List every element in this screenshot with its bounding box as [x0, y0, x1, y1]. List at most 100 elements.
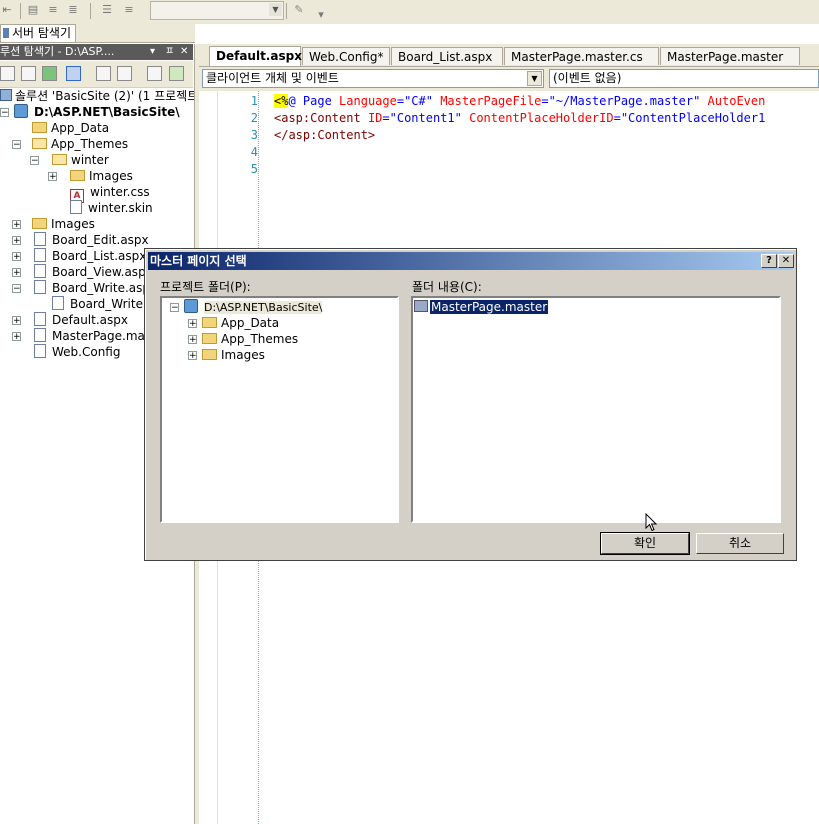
tree-item-solution[interactable]: 솔루션 'BasicSite (2)' (1 프로젝트): [0, 88, 194, 104]
code-line-3[interactable]: </asp:Content>: [274, 127, 375, 144]
view-code-icon[interactable]: [96, 66, 111, 81]
navigation-bar: 클라이언트 개체 및 이벤트 ▼ (이벤트 없음): [199, 67, 819, 91]
tree-item-board-list[interactable]: Board_List.aspx: [34, 248, 146, 264]
expand-icon[interactable]: +: [12, 236, 21, 246]
tree-item-label: Images: [89, 169, 133, 183]
tree-item-images[interactable]: Images: [32, 216, 95, 232]
solution-explorer-toolbar: [0, 61, 193, 88]
event-combo[interactable]: (이벤트 없음): [549, 69, 819, 88]
project-folder-tree[interactable]: − D:\ASP.NET\BasicSite\ + App_Data + App…: [160, 296, 399, 523]
expand-icon[interactable]: +: [12, 252, 21, 262]
expand-icon[interactable]: +: [188, 351, 197, 361]
code-line-2[interactable]: <asp:Content ID="Content1" ContentPlaceH…: [274, 110, 765, 127]
help-button[interactable]: ?: [761, 254, 777, 268]
toolbar-combo[interactable]: ▼: [150, 1, 284, 20]
unindent-icon[interactable]: ≣: [66, 3, 80, 17]
tree-item-winter-css[interactable]: Awinter.css: [70, 184, 150, 203]
tree-item-label: Images: [221, 348, 265, 362]
tree-item-winter-images[interactable]: Images: [70, 168, 133, 184]
expand-icon[interactable]: +: [12, 268, 21, 278]
code-token: ="ContentPlaceHolder1: [613, 111, 766, 125]
tree-item-winter[interactable]: winter: [52, 152, 109, 168]
collapse-icon[interactable]: −: [12, 140, 21, 150]
file-icon: [70, 200, 82, 214]
mouse-cursor-icon: [645, 513, 658, 532]
tree-item-app-data[interactable]: App_Data: [202, 315, 279, 331]
dialog-title: 마스터 페이지 선택: [150, 254, 247, 268]
tree-item-app-data[interactable]: App_Data: [32, 120, 109, 136]
expand-icon[interactable]: +: [188, 319, 197, 329]
code-token: ="Content1": [382, 111, 462, 125]
chevron-down-icon: ▼: [527, 71, 542, 86]
tree-item-board-view[interactable]: Board_View.aspx: [34, 264, 153, 280]
collapse-icon[interactable]: −: [30, 156, 39, 166]
code-token: MasterPageFile: [440, 94, 542, 108]
list-icon[interactable]: ≡: [122, 3, 136, 17]
list-item-label: MasterPage.master: [430, 300, 549, 314]
indent-icon[interactable]: ≡: [46, 3, 60, 17]
tree-item-label: Board_List.aspx: [52, 249, 147, 263]
collapse-icon[interactable]: −: [12, 284, 21, 294]
tree-item-default[interactable]: Default.aspx: [34, 312, 128, 328]
tab-server-explorer[interactable]: 서버 탐색기: [0, 24, 77, 42]
copy-website-icon[interactable]: [147, 66, 162, 81]
code-line-1[interactable]: <%@ Page Language="C#" MasterPageFile="~…: [274, 93, 765, 110]
master-file-icon: [414, 300, 428, 312]
tab-masterpage[interactable]: MasterPage.master: [660, 47, 800, 65]
expand-icon[interactable]: +: [12, 332, 21, 342]
collapse-icon[interactable]: −: [170, 303, 179, 313]
folder-contents-list[interactable]: MasterPage.master: [411, 296, 781, 523]
line-number: 2: [250, 111, 258, 125]
show-all-files-icon[interactable]: [21, 66, 36, 81]
tab-default-aspx[interactable]: Default.aspx: [209, 46, 302, 66]
tab-masterpage-cs[interactable]: MasterPage.master.cs: [504, 47, 659, 65]
tab-web-config[interactable]: Web.Config*: [302, 47, 390, 65]
dropdown-icon[interactable]: ▾: [150, 44, 155, 60]
code-token: Language: [339, 94, 397, 108]
close-icon[interactable]: ✕: [180, 44, 188, 60]
expand-icon[interactable]: +: [188, 335, 197, 345]
folder-contents-label: 폴더 내용(C):: [412, 280, 482, 294]
master-file-icon: [34, 328, 46, 342]
nest-files-icon[interactable]: [66, 66, 81, 81]
wrench-icon[interactable]: ✎: [292, 3, 306, 17]
solution-icon: [0, 89, 12, 101]
collapse-icon[interactable]: −: [0, 108, 9, 118]
ok-button[interactable]: 확인: [600, 532, 690, 555]
tree-item-winter-skin[interactable]: winter.skin: [70, 200, 153, 216]
event-combo-value: (이벤트 없음): [553, 71, 622, 85]
comment-icon[interactable]: ▤: [26, 3, 40, 17]
expand-icon[interactable]: +: [12, 316, 21, 326]
tree-item-web-config[interactable]: Web.Config: [34, 344, 120, 360]
code-token: ID: [367, 111, 383, 125]
tree-item-app-themes[interactable]: App_Themes: [32, 136, 128, 152]
tree-item-label: Board_View.aspx: [52, 265, 153, 279]
solution-explorer-title: 루션 탐색기 - D:\ASP.... ▾ ㅍ ✕: [0, 44, 193, 60]
tree-item-app-themes[interactable]: App_Themes: [202, 331, 298, 347]
tree-item-project[interactable]: D:\ASP.NET\BasicSite\: [14, 104, 180, 120]
aspx-file-icon: [34, 232, 46, 246]
folder-icon: [202, 317, 217, 328]
toolbar-overflow-icon[interactable]: ▾: [314, 8, 328, 22]
expand-icon[interactable]: +: [48, 172, 57, 182]
outdent-icon[interactable]: ⇤: [0, 3, 14, 17]
close-button[interactable]: ✕: [778, 254, 794, 268]
editor-tab-strip: Default.aspx Web.Config* Board_List.aspx…: [199, 44, 819, 67]
pin-icon[interactable]: ㅍ: [165, 44, 174, 60]
refresh-icon[interactable]: [42, 66, 57, 81]
tab-board-list[interactable]: Board_List.aspx: [391, 47, 503, 65]
expand-icon[interactable]: +: [12, 220, 21, 230]
list-item-masterpage[interactable]: MasterPage.master: [414, 299, 549, 315]
bookmark-icon[interactable]: ☰: [100, 3, 114, 17]
properties-icon[interactable]: [0, 66, 15, 81]
project-folder-label: 프로젝트 폴더(P):: [160, 280, 251, 294]
view-designer-icon[interactable]: [117, 66, 132, 81]
asp-config-icon[interactable]: [169, 66, 184, 81]
tree-item-board-edit[interactable]: Board_Edit.aspx: [34, 232, 149, 248]
line-number: 3: [250, 128, 258, 142]
object-combo[interactable]: 클라이언트 개체 및 이벤트 ▼: [202, 69, 544, 88]
cancel-button[interactable]: 취소: [696, 533, 784, 554]
tree-item-board-write[interactable]: Board_Write.aspx: [34, 280, 157, 296]
tree-item-images[interactable]: Images: [202, 347, 265, 363]
tree-item-project-root[interactable]: D:\ASP.NET\BasicSite\: [184, 299, 323, 315]
